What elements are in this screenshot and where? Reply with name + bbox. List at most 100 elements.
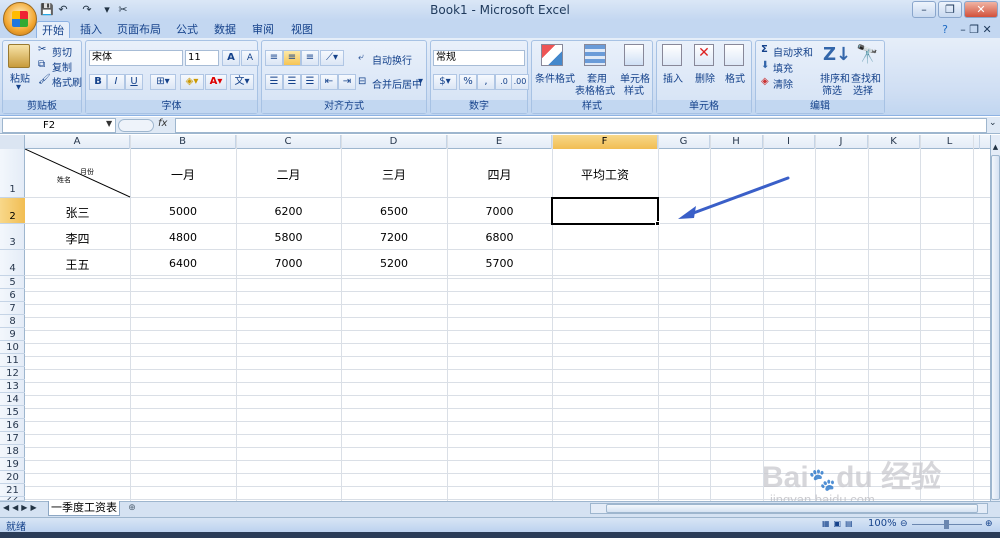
increase-indent-icon[interactable]: ⇥ [338,74,356,90]
sort-filter-icon[interactable]: Z↓ [823,44,851,65]
cell-value[interactable]: 7200 [341,231,447,244]
fill-color-icon[interactable]: ◈▾ [180,74,204,90]
column-header-f[interactable]: F [552,135,658,149]
bold-button[interactable]: B [89,74,107,90]
delete-cells-button[interactable]: 删除 [695,70,715,85]
paste-dropdown-icon[interactable]: ▾ [16,82,21,93]
header-average-salary[interactable]: 平均工资 [552,166,658,183]
align-center-icon[interactable]: ☰ [283,74,301,90]
minimize-button[interactable]: – [912,1,936,18]
autosum-button[interactable]: 自动求和 [773,44,813,59]
number-format-select[interactable]: 常规 [433,50,525,66]
column-header-d[interactable]: D [341,135,447,149]
paste-icon[interactable] [8,44,30,68]
vertical-scroll-thumb[interactable] [991,155,1000,500]
row-header-18[interactable]: 18 [0,445,25,458]
shrink-font-button[interactable]: A [241,50,259,66]
format-painter-icon[interactable]: 🖌 [38,74,51,85]
header-march[interactable]: 三月 [341,166,447,183]
workbook-window-controls[interactable]: – ❐ ✕ [956,21,996,38]
tab-page-layout[interactable]: 页面布局 [114,21,164,38]
fill-handle[interactable] [655,221,660,226]
row-header-15[interactable]: 15 [0,406,25,419]
find-select-line2[interactable]: 选择 [853,82,873,97]
column-header-e[interactable]: E [447,135,552,149]
orientation-icon[interactable]: ⟋▾ [320,50,344,66]
tab-review[interactable]: 审阅 [248,21,278,38]
column-header-c[interactable]: C [236,135,341,149]
column-header-a[interactable]: A [25,135,130,149]
merge-dropdown-icon[interactable]: ▾ [418,76,423,87]
grow-font-button[interactable]: A [222,50,240,66]
row-header-2[interactable]: 2 [0,198,25,224]
italic-button[interactable]: I [107,74,125,90]
copy-icon[interactable]: ⧉ [38,59,45,70]
cell-value[interactable]: 7000 [236,257,341,270]
comma-button[interactable]: , [477,74,495,90]
row-header-12[interactable]: 12 [0,367,25,380]
decrease-indent-icon[interactable]: ⇤ [320,74,338,90]
row-header-6[interactable]: 6 [0,289,25,302]
row-header-7[interactable]: 7 [0,302,25,315]
cell-value[interactable]: 6800 [447,231,552,244]
zoom-slider-thumb[interactable] [944,520,949,529]
cut-button[interactable]: 剪切 [52,44,72,59]
horizontal-scroll-thumb[interactable] [606,504,978,513]
name-box[interactable]: F2 [2,118,116,133]
column-header-b[interactable]: B [130,135,236,149]
help-icon[interactable]: ? [938,21,952,38]
currency-icon[interactable]: $▾ [433,74,457,90]
cell-value[interactable]: 4800 [130,231,236,244]
align-left-icon[interactable]: ☰ [265,74,283,90]
cell-value[interactable]: 5700 [447,257,552,270]
column-header-j[interactable]: J [815,135,868,149]
active-cell-f2[interactable] [551,197,659,225]
cell-value[interactable]: 7000 [447,205,552,218]
format-cells-icon[interactable] [724,44,744,66]
name-box-dropdown-icon[interactable]: ▼ [106,119,112,128]
cell-value[interactable]: 5800 [236,231,341,244]
cell-styles-line2[interactable]: 样式 [624,82,644,97]
cell-value[interactable]: 6200 [236,205,341,218]
row-header-14[interactable]: 14 [0,393,25,406]
percent-button[interactable]: % [459,74,477,90]
tab-data[interactable]: 数据 [210,21,240,38]
conditional-formatting-icon[interactable] [541,44,563,66]
font-size-select[interactable]: 11 [185,50,219,66]
zoom-level[interactable]: 100% [868,518,897,529]
sheet-tab-q1-salary[interactable]: 一季度工资表 [48,501,120,516]
cell-value[interactable]: 5000 [130,205,236,218]
format-cells-button[interactable]: 格式 [725,70,745,85]
cell-value[interactable]: 5200 [341,257,447,270]
cell-value[interactable]: 6400 [130,257,236,270]
insert-sheet-icon[interactable]: ⊕ [124,503,140,515]
column-header-k[interactable]: K [868,135,920,149]
row-header-17[interactable]: 17 [0,432,25,445]
decrease-decimal-icon[interactable]: .00 [511,74,529,90]
find-select-icon[interactable]: 🔭 [856,44,878,65]
borders-icon[interactable]: ⊞▾ [150,74,176,90]
column-header-h[interactable]: H [710,135,763,149]
font-color-icon[interactable]: A▾ [205,74,227,90]
underline-button[interactable]: U [125,74,143,90]
align-middle-icon[interactable]: ≡ [283,50,301,66]
maximize-button[interactable]: ❐ [938,1,962,18]
row-header-16[interactable]: 16 [0,419,25,432]
header-february[interactable]: 二月 [236,166,341,183]
cell-name[interactable]: 张三 [25,204,130,221]
insert-function-button[interactable]: fx [158,118,172,133]
cell-name[interactable]: 李四 [25,230,130,247]
expand-formula-icon[interactable]: ⌄ [989,118,997,128]
row-header-3[interactable]: 3 [0,224,25,250]
view-mode-icons[interactable]: ▦▣▤ [822,519,864,530]
row-header-9[interactable]: 9 [0,328,25,341]
cell-name[interactable]: 王五 [25,256,130,273]
row-header-1[interactable]: 1 [0,149,25,198]
insert-cells-icon[interactable] [662,44,682,66]
format-painter-button[interactable]: 格式刷 [52,74,82,89]
align-right-icon[interactable]: ☰ [301,74,319,90]
row-header-19[interactable]: 19 [0,458,25,471]
select-all-button[interactable] [0,135,25,149]
formula-input[interactable] [175,118,987,133]
zoom-in-icon[interactable]: ⊕ [985,519,993,529]
